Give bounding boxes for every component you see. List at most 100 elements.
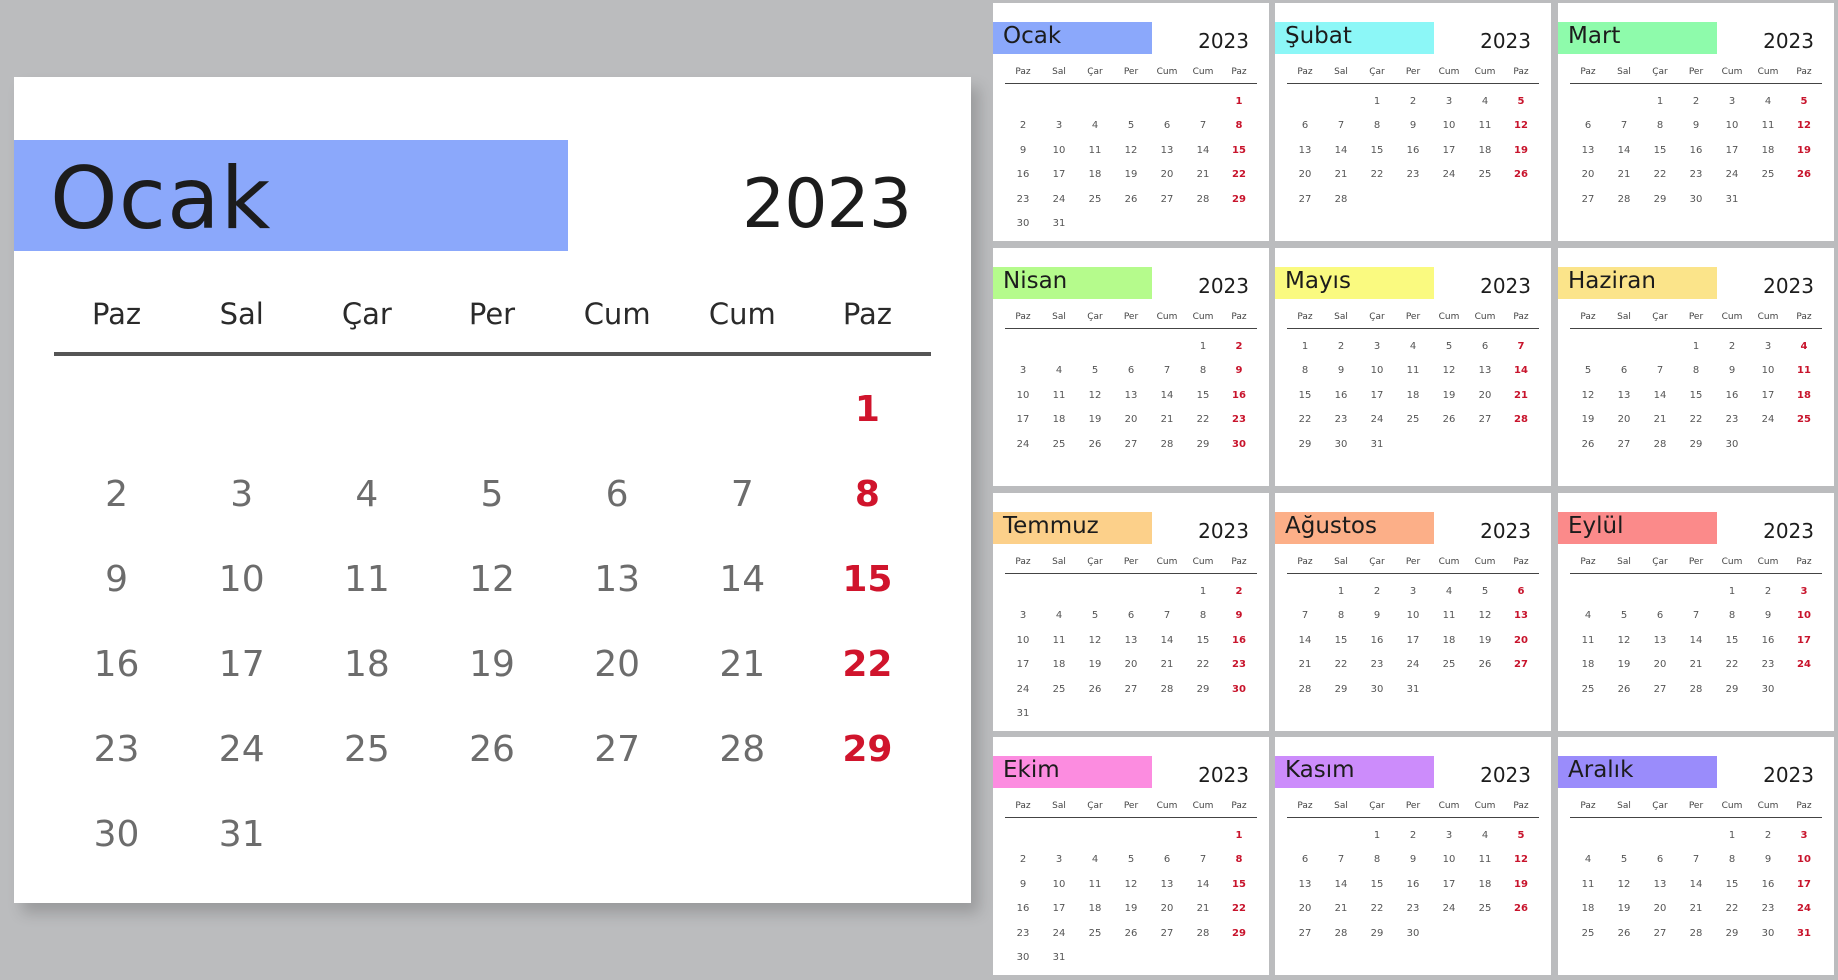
empty-cell (1185, 823, 1221, 848)
day-cell: 12 (1617, 878, 1631, 890)
empty-cell (555, 367, 680, 452)
day-cell: 17 (1016, 659, 1030, 671)
day-cell: 20 (1653, 903, 1667, 915)
weekday-label: Paz (91, 297, 142, 331)
day-cell: 17 (1406, 634, 1420, 646)
month-name: Kasım (1285, 757, 1355, 783)
weekday-label: Per (1405, 801, 1421, 811)
month-card: Haziran 2023 Paz Sal Çar Per Cum Cum Paz 1 2 3 4 5 6 7 8… (1558, 248, 1834, 486)
day-cell: 21 (1689, 659, 1703, 671)
day-cell: 5 (1091, 610, 1099, 622)
weekday-label: Cum (1757, 557, 1779, 567)
day-cell: 4 (1764, 95, 1772, 107)
day-cell: 16 (1016, 903, 1030, 915)
day-cell-sunday: 24 (1797, 903, 1811, 915)
day-cell: 6 (1127, 365, 1135, 377)
empty-cell (304, 367, 429, 452)
day-cell: 28 (1196, 193, 1210, 205)
day-cell: 31 (1725, 193, 1739, 205)
weekday-label: Cum (708, 297, 776, 331)
day-cell-sunday: 5 (1800, 95, 1808, 107)
day-cell: 23 (1334, 414, 1348, 426)
day-cell: 20 (1160, 903, 1174, 915)
month-name: Ekim (1003, 757, 1060, 783)
day-cell: 4 (355, 474, 379, 515)
month-card: Ocak 2023 Paz Sal Çar Per Cum Cum Paz 1 2 3 4 5 6 7 8 9 10… (993, 3, 1269, 241)
day-cell: 26 (1124, 193, 1138, 205)
day-cell: 26 (1088, 438, 1102, 450)
weekday-label: Paz (1015, 312, 1031, 322)
weekday-header: Paz Sal Çar Per Cum Cum Paz (1005, 312, 1257, 322)
day-cell: 24 (1052, 193, 1066, 205)
weekday-label: Cum (1721, 67, 1743, 77)
header-divider (1570, 817, 1822, 818)
day-grid: 1 2 3 4 5 6 7 8 9 10 11 12 13 14 15 16 17 18 19 20 21 22 23 24 2… (1570, 89, 1822, 212)
weekday-label: Paz (1513, 312, 1529, 322)
day-cell-sunday: 16 (1232, 634, 1246, 646)
month-name: Şubat (1285, 23, 1352, 49)
day-cell: 13 (1298, 144, 1312, 156)
day-cell: 4 (1584, 610, 1592, 622)
empty-cell (1113, 89, 1149, 114)
weekday-label: Sal (1052, 801, 1066, 811)
day-cell: 23 (1016, 927, 1030, 939)
day-cell: 24 (218, 729, 265, 770)
empty-cell (1077, 334, 1113, 359)
day-cell-sunday: 13 (1514, 610, 1528, 622)
day-cell: 8 (1199, 365, 1207, 377)
day-cell: 12 (1478, 610, 1492, 622)
day-cell: 6 (1481, 340, 1489, 352)
weekday-label: Cum (1192, 557, 1214, 567)
day-cell: 10 (1442, 854, 1456, 866)
weekday-label: Cum (1474, 312, 1496, 322)
month-name: Temmuz (1003, 513, 1099, 539)
day-cell: 23 (93, 729, 140, 770)
day-cell: 11 (1088, 144, 1102, 156)
day-cell: 28 (1334, 927, 1348, 939)
day-cell: 3 (1019, 610, 1027, 622)
weekday-label: Cum (1474, 801, 1496, 811)
empty-cell (1570, 334, 1606, 359)
weekday-label: Çar (1369, 557, 1385, 567)
empty-cell (1606, 89, 1642, 114)
day-cell: 3 (1373, 340, 1381, 352)
day-cell-sunday: 9 (1235, 610, 1243, 622)
day-cell: 26 (1581, 438, 1595, 450)
day-cell: 1 (1373, 829, 1381, 841)
day-cell: 4 (1445, 585, 1453, 597)
day-cell: 19 (1124, 169, 1138, 181)
day-cell: 31 (1406, 683, 1420, 695)
header-divider (1287, 328, 1539, 329)
weekday-label: Cum (1721, 801, 1743, 811)
day-cell: 21 (1196, 169, 1210, 181)
day-cell: 14 (1334, 878, 1348, 890)
day-cell: 18 (1088, 169, 1102, 181)
empty-cell (1185, 89, 1221, 114)
day-cell-sunday: 27 (1514, 659, 1528, 671)
day-cell: 8 (1656, 120, 1664, 132)
day-cell: 21 (1653, 414, 1667, 426)
weekday-label: Per (1405, 312, 1421, 322)
header-divider (1287, 817, 1539, 818)
day-cell: 26 (1617, 927, 1631, 939)
day-cell: 31 (1052, 218, 1066, 230)
day-cell: 1 (1301, 340, 1309, 352)
header-divider (1005, 817, 1257, 818)
empty-cell (1077, 579, 1113, 604)
weekday-label: Sal (219, 297, 264, 331)
month-year: 2023 (1763, 763, 1814, 787)
day-cell: 8 (1728, 854, 1736, 866)
header-divider (1005, 573, 1257, 574)
weekday-label: Sal (1052, 312, 1066, 322)
day-cell-sunday: 26 (1514, 169, 1528, 181)
weekday-header: Paz Sal Çar Per Cum Cum Paz (54, 297, 930, 333)
weekday-label: Cum (1474, 557, 1496, 567)
month-year: 2023 (1480, 29, 1531, 53)
day-cell: 10 (1016, 389, 1030, 401)
weekday-label: Çar (1087, 801, 1103, 811)
weekday-label: Cum (1156, 67, 1178, 77)
day-cell-sunday: 3 (1800, 585, 1808, 597)
day-cell-sunday: 11 (1797, 365, 1811, 377)
month-year: 2023 (1198, 763, 1249, 787)
day-cell-sunday: 5 (1517, 829, 1525, 841)
